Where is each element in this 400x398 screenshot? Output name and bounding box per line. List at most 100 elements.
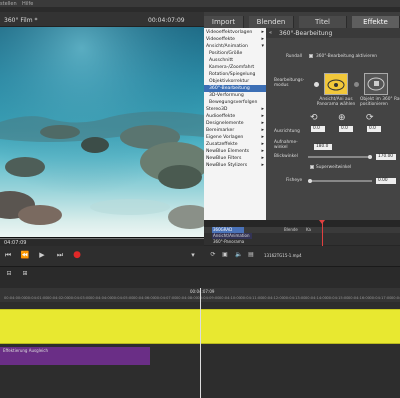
mode-radio-1[interactable] [314,82,319,87]
blickwinkel-field[interactable]: 170.00 [376,154,396,160]
timeline-playhead[interactable] [200,288,201,398]
ruler-tick-label: 00:04:14:00 [305,296,327,300]
effect-list-label: Ausschnitt [209,58,234,63]
ausrichtung-label: Ausrichtung [274,129,300,134]
mode-radio-2[interactable] [354,82,359,87]
menu-item-edit[interactable]: stellen [0,1,17,7]
effect-list-item[interactable]: Videoeffekte ▸ [204,36,266,43]
effect-tag-panorama[interactable]: 360°-Panorama [212,239,252,245]
pitch-field[interactable]: 0.0 [339,126,353,132]
effect-list-item[interactable]: Kamera-/Zoomfahrt [204,64,266,71]
clip-filename: 13162TG15-1.mp4 [264,253,302,258]
tab-import[interactable]: Import [204,16,244,28]
effect-list-label: 3D-Verformung [209,93,244,98]
menu-item-help[interactable]: Hilfe [22,1,33,7]
effect-list-item[interactable]: NewBlue Elements ▸ [204,148,266,155]
expand-arrow-icon[interactable]: ▸ [261,148,264,155]
ruler-tick-label: 00:04:08:00 [176,296,198,300]
to-start-icon[interactable]: ⏮ [3,250,13,260]
mode-label: Bearbeitungs- modus [274,78,305,88]
record-icon[interactable]: ● [72,250,82,260]
menubar: stellen Hilfe [0,0,400,7]
expand-arrow-icon[interactable]: ▸ [261,106,264,113]
effect-list-item[interactable]: Bewegungsverfolgen [204,99,266,106]
fisheye-label: Fisheye [286,178,303,183]
split-icon[interactable]: ⊞ [20,269,30,279]
effect-list-item[interactable]: Stereo3D ▸ [204,106,266,113]
transport-controls: ⏮ ⏪ ▶ ⏭ ● ▾ [0,246,204,266]
effect-list-label: Bewegungsverfolgen [209,100,258,105]
aufnahme-field[interactable]: 180.0 [314,144,332,150]
roll-icon: ⟳ [366,113,374,123]
cut-icon[interactable]: ⊟ [4,269,14,279]
expand-arrow-icon[interactable]: ▸ [261,29,264,36]
to-end-icon[interactable]: ⏭ [55,250,65,260]
media-pool-tabs: Import Blenden Titel Effekte [204,16,400,28]
effect-list-item[interactable]: Designelemente ▸ [204,120,266,127]
effect-list-label: Audioeffekte [206,114,236,119]
speaker-icon[interactable]: 🔈 [234,250,244,260]
effect-list-item[interactable]: NewBlue Filters ▸ [204,155,266,162]
enable-360-label: 360°-Bearbeitung aktivieren [316,54,377,59]
effect-list-item[interactable]: Ansicht/Animation ▾ [204,43,266,50]
effect-clip[interactable]: Effektierung Ausgleich [0,347,150,365]
effect-list-item[interactable]: Eigene Vorlagen ▸ [204,134,266,141]
preview-position[interactable]: 04:07:09 [0,237,204,246]
effect-list-item[interactable]: Rotation/Spiegelung [204,71,266,78]
expand-arrow-icon[interactable]: ▾ [261,43,264,50]
effect-list-label: Ansicht/Animation [206,44,248,49]
play-icon[interactable]: ▶ [37,250,47,260]
tab-titel[interactable]: Titel [299,16,347,28]
timeline-toolbar: ⊟ ⊞ [0,266,400,280]
fisheye-knob[interactable] [308,179,312,183]
ruler-tick-label: 00:04:18:00 [391,296,400,300]
effect-list-item[interactable]: Objektivkorrektur [204,78,266,85]
blickwinkel-slider[interactable] [308,156,372,158]
pitch-icon: ⊕ [338,113,346,123]
yaw-field[interactable]: 0.0 [311,126,325,132]
blickwinkel-knob[interactable] [368,155,372,159]
previous-marker-icon[interactable]: ⏪ [20,250,30,260]
effect-list-label: 360°-Bearbeitung [209,86,250,91]
fisheye-slider[interactable] [308,180,372,182]
effect-list-label: Designelemente [206,121,244,126]
effect-list-item[interactable]: Audioeffekte ▸ [204,113,266,120]
panorama-view-button[interactable] [324,73,348,95]
expand-arrow-icon[interactable]: ▸ [261,155,264,162]
underwater-scene [0,27,204,237]
effect-list-item[interactable]: Zusatzeffekte ▸ [204,141,266,148]
roll-field[interactable]: 0.0 [367,126,381,132]
effect-properties: « 360°-Bearbeitung Rundall 360°-Bearbeit… [266,28,400,246]
superweit-checkbox[interactable] [310,165,314,169]
tab-blenden[interactable]: Blenden [249,16,294,28]
effect-track-3[interactable]: 360°-Panorama [204,239,400,245]
expand-arrow-icon[interactable]: ▸ [261,120,264,127]
position-object-button[interactable] [364,73,388,95]
enable-360-checkbox[interactable] [309,54,313,58]
expand-arrow-icon[interactable]: ▸ [261,36,264,43]
fisheye-field[interactable]: 0.00 [376,178,396,184]
collapse-icon[interactable]: « [269,30,272,36]
expand-arrow-icon[interactable]: ▸ [261,141,264,148]
film-icon[interactable]: ▤ [246,250,256,260]
video-preview[interactable] [0,27,204,237]
effect-list-item[interactable]: NewBlue Stylizers ▸ [204,162,266,169]
fx-icon[interactable]: ▣ [220,250,230,260]
effect-list-item[interactable]: Bereimarker ▸ [204,127,266,134]
aufnahme-label: Aufnahme- winkel [274,140,298,150]
expand-arrow-icon[interactable]: ▸ [261,134,264,141]
effect-list-item[interactable]: 360°-Bearbeitung [204,85,266,92]
effect-list-item[interactable]: Ausschnitt [204,57,266,64]
effect-list-item[interactable]: Videoeffektvorlagen ▸ [204,29,266,36]
tab-effekte[interactable]: Effekte [352,16,400,28]
effect-list-label: Bereimarker [206,128,235,133]
expand-arrow-icon[interactable]: ▸ [261,162,264,169]
effect-tree: Videoeffektvorlagen ▸ Videoeffekte ▸ Ansicht… [204,28,266,246]
expand-arrow-icon[interactable]: ▸ [261,113,264,120]
expand-arrow-icon[interactable]: ▸ [261,127,264,134]
dropdown-icon[interactable]: ▾ [188,250,198,260]
preview-scrubber[interactable] [0,238,204,239]
link-icon[interactable]: ⟳ [208,250,218,260]
effect-list-item[interactable]: Position/Größe [204,50,266,57]
effect-list-item[interactable]: 3D-Verformung [204,92,266,99]
